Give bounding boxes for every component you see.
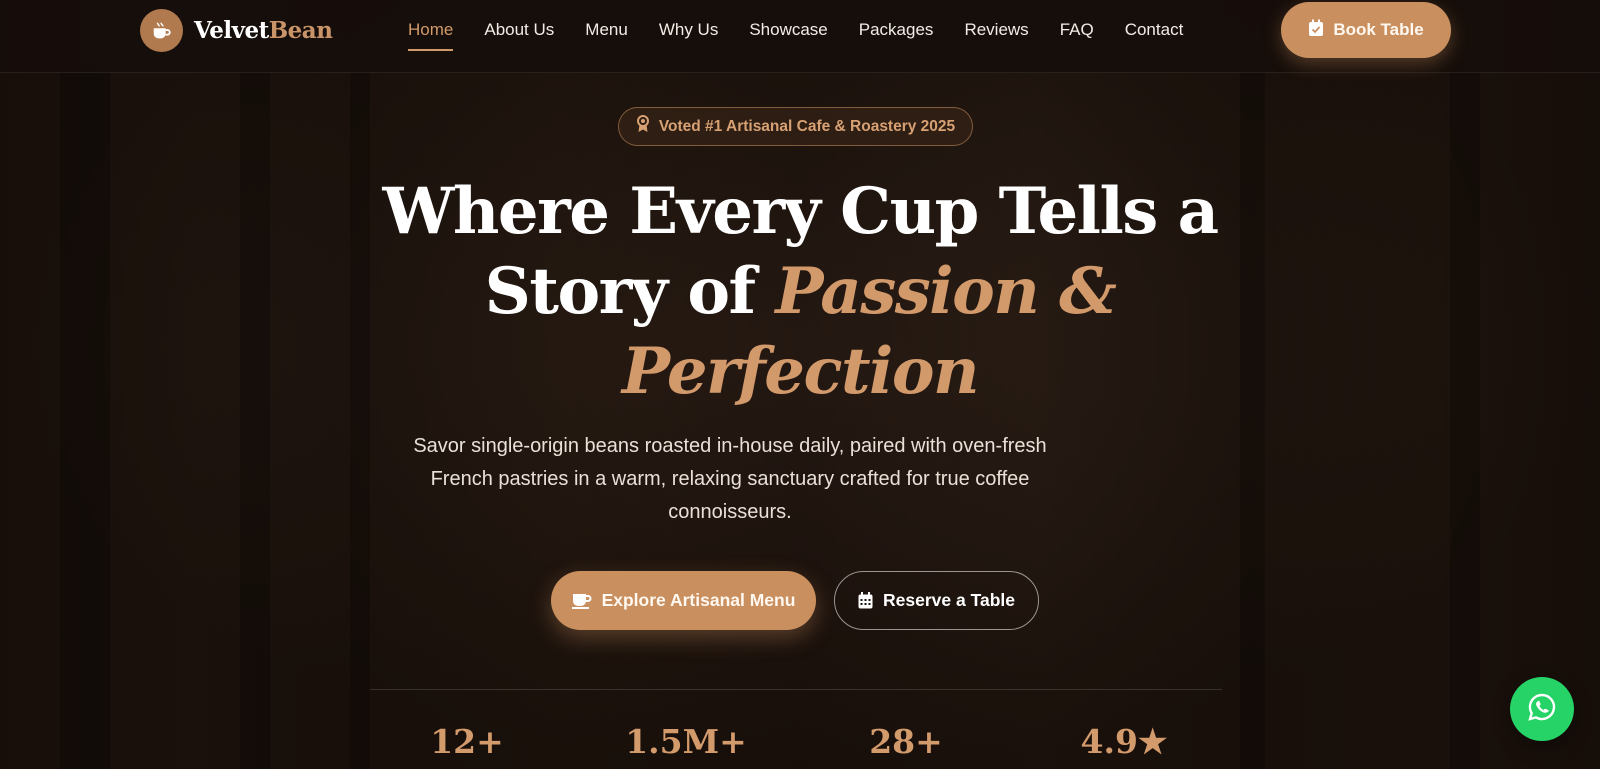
book-table-button[interactable]: Book Table — [1281, 2, 1451, 58]
brand-name: VelvetBean — [194, 17, 333, 44]
brand-name-part2: Bean — [268, 17, 333, 44]
nav-item-why-us[interactable]: Why Us — [659, 0, 719, 60]
book-table-label: Book Table — [1333, 20, 1424, 39]
whatsapp-icon — [1526, 691, 1558, 728]
hero-headline: Where Every Cup Tells a Story of Passion… — [300, 172, 1300, 412]
stats-divider — [370, 689, 1222, 690]
award-badge-text: Voted #1 Artisanal Cafe & Roastery 2025 — [658, 117, 956, 135]
brand-logo[interactable]: VelvetBean — [140, 9, 333, 52]
nav-item-menu[interactable]: Menu — [585, 0, 628, 60]
calendar-icon — [858, 592, 873, 609]
stat-value-2: 1.5M+ — [625, 722, 747, 761]
stat-value-3: 28+ — [869, 722, 943, 761]
hero-subtitle: Savor single-origin beans roasted in-hou… — [413, 435, 1047, 523]
stat-value-4: 4.9★ — [1080, 722, 1168, 761]
reserve-table-button[interactable]: Reserve a Table — [834, 571, 1039, 630]
whatsapp-button[interactable] — [1510, 677, 1574, 741]
stat-value-1: 12+ — [430, 722, 504, 761]
nav-item-showcase[interactable]: Showcase — [749, 0, 827, 60]
award-badge: Voted #1 Artisanal Cafe & Roastery 2025 — [618, 107, 973, 146]
nav-item-faq[interactable]: FAQ — [1060, 0, 1094, 60]
headline-line1: Where Every Cup Tells a — [382, 174, 1219, 249]
award-icon — [636, 115, 650, 138]
nav-item-about-us[interactable]: About Us — [484, 0, 554, 60]
calendar-check-icon — [1308, 19, 1324, 42]
nav-item-reviews[interactable]: Reviews — [964, 0, 1028, 60]
coffee-cup-icon — [140, 9, 183, 52]
coffee-icon — [571, 593, 592, 609]
site-header: VelvetBean Home About Us Menu Why Us Sho… — [0, 0, 1600, 73]
nav-item-contact[interactable]: Contact — [1125, 0, 1184, 60]
explore-menu-label: Explore Artisanal Menu — [601, 590, 796, 610]
nav-item-packages[interactable]: Packages — [859, 0, 934, 60]
headline-line2-plain: Story of — [484, 254, 776, 329]
reserve-table-label: Reserve a Table — [883, 590, 1015, 610]
headline-line2-accent: Passion & — [775, 254, 1117, 329]
headline-line3-accent: Perfection — [621, 334, 980, 409]
main-nav: Home About Us Menu Why Us Showcase Packa… — [408, 0, 1214, 60]
nav-item-home[interactable]: Home — [408, 0, 454, 60]
brand-name-part1: Velvet — [194, 17, 269, 44]
explore-menu-button[interactable]: Explore Artisanal Menu — [551, 571, 816, 630]
